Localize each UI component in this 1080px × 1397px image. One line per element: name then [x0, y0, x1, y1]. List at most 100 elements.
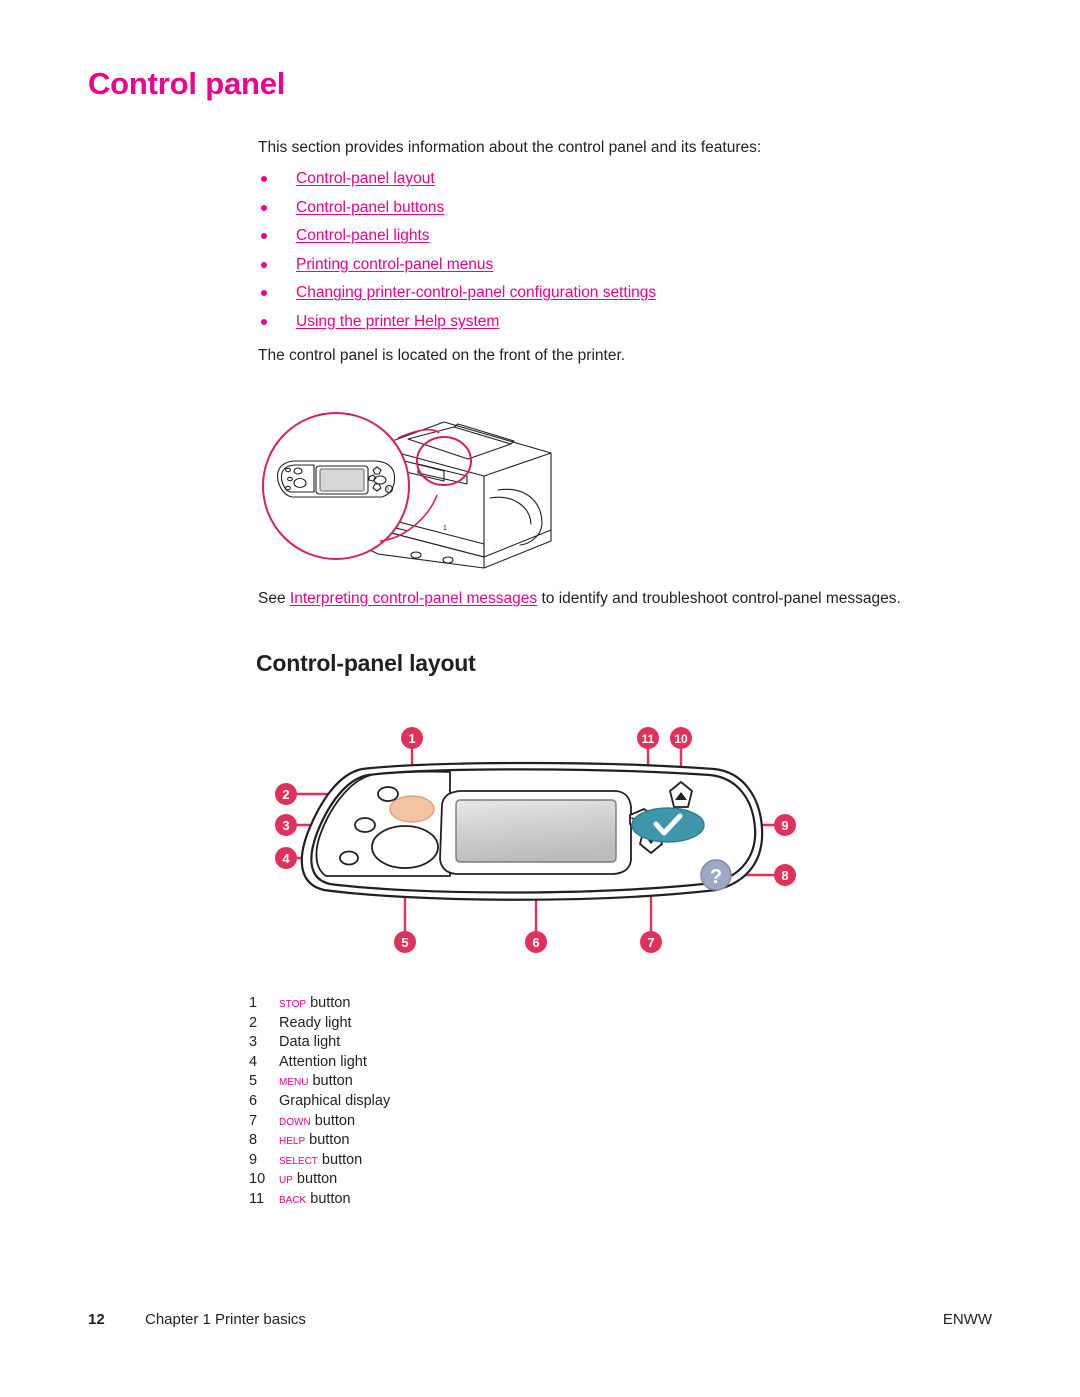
- svg-text:9: 9: [781, 818, 788, 833]
- list-item: Using the printer Help system: [258, 313, 980, 331]
- legend-label: Down button: [279, 1112, 355, 1132]
- see-suffix: to identify and troubleshoot control-pan…: [537, 590, 901, 607]
- legend-button-name: Down: [279, 1112, 311, 1129]
- list-item: Changing printer-control-panel configura…: [258, 284, 980, 302]
- legend-label: Attention light: [279, 1053, 367, 1070]
- link-changing-configuration-settings[interactable]: Changing printer-control-panel configura…: [296, 284, 656, 301]
- callout-6: 6: [525, 931, 547, 953]
- legend-row: 11 Back button: [249, 1190, 649, 1210]
- callout-9: 9: [774, 814, 796, 836]
- svg-text:11: 11: [642, 732, 655, 746]
- legend-label: Data light: [279, 1034, 341, 1051]
- callout-8: 8: [774, 864, 796, 886]
- legend-row: 7 Down button: [249, 1112, 649, 1132]
- legend-row: 10 Up button: [249, 1170, 649, 1190]
- section-heading-control-panel-layout: Control-panel layout: [256, 650, 476, 676]
- document-page: Control panel This section provides info…: [0, 0, 1080, 1397]
- legend-number: 3: [249, 1034, 258, 1051]
- callout-10: 10: [670, 727, 692, 749]
- callout-legend: 1 Stop button 2 Ready light 3 Data light…: [249, 994, 649, 1210]
- legend-label: Graphical display: [279, 1092, 391, 1109]
- footer-page-number: 12: [88, 1311, 105, 1328]
- legend-number: 5: [249, 1073, 258, 1090]
- help-button-graphic: ?: [700, 859, 732, 891]
- legend-row: 1 Stop button: [249, 994, 649, 1014]
- svg-text:6: 6: [532, 935, 539, 950]
- link-printing-control-panel-menus[interactable]: Printing control-panel menus: [296, 256, 493, 273]
- legend-suffix: button: [308, 1073, 353, 1090]
- legend-number: 6: [249, 1092, 258, 1109]
- legend-row: 2 Ready light: [249, 1014, 649, 1034]
- legend-button-name: Menu: [279, 1073, 309, 1090]
- legend-row: 6 Graphical display: [249, 1092, 649, 1112]
- svg-text:1: 1: [408, 731, 415, 746]
- link-control-panel-lights[interactable]: Control-panel lights: [296, 227, 430, 244]
- select-button-graphic: [631, 807, 705, 843]
- legend-button-name: Help: [279, 1132, 306, 1149]
- legend-number: 2: [249, 1014, 258, 1031]
- callout-5: 5: [394, 931, 416, 953]
- legend-row: 9 Select button: [249, 1151, 649, 1171]
- legend-number: 8: [249, 1132, 258, 1149]
- page-title: Control panel: [88, 66, 286, 101]
- control-panel-diagram: ? 1 2 3 4 5 6 7 8 9 10 11: [264, 712, 809, 960]
- bullet-icon: [261, 176, 267, 182]
- link-control-panel-layout[interactable]: Control-panel layout: [296, 170, 435, 187]
- link-interpreting-control-panel-messages[interactable]: Interpreting control-panel messages: [290, 590, 537, 607]
- legend-number: 9: [249, 1151, 258, 1168]
- legend-number: 1: [249, 995, 258, 1011]
- link-control-panel-buttons[interactable]: Control-panel buttons: [296, 199, 444, 216]
- legend-label: Stop button: [279, 994, 350, 1014]
- link-list: Control-panel layout Control-panel butto…: [258, 170, 980, 331]
- menu-button-graphic: [371, 825, 439, 869]
- bullet-icon: [261, 233, 267, 239]
- graphical-display-graphic: [439, 790, 632, 875]
- list-item: Control-panel layout: [258, 170, 980, 188]
- svg-text:2: 2: [282, 787, 289, 802]
- footer-locale-label: ENWW: [942, 1311, 992, 1328]
- body-column: This section provides information about …: [258, 137, 980, 366]
- callout-4: 4: [275, 847, 297, 869]
- legend-button-name: Stop: [279, 995, 307, 1011]
- ready-light-graphic: [377, 786, 399, 802]
- bullet-icon: [261, 261, 267, 268]
- list-item: Control-panel lights: [258, 227, 980, 245]
- location-note: The control panel is located on the fron…: [258, 346, 626, 364]
- callout-3: 3: [275, 814, 297, 836]
- bullet-icon: [261, 204, 267, 211]
- legend-row: 8 Help button: [249, 1131, 649, 1151]
- stop-button-graphic: [389, 795, 435, 823]
- help-question-mark: ?: [710, 866, 722, 888]
- link-using-printer-help-system[interactable]: Using the printer Help system: [296, 313, 499, 330]
- bullet-icon: [261, 290, 267, 296]
- legend-number: 4: [249, 1053, 258, 1070]
- legend-label: Help button: [279, 1131, 349, 1151]
- svg-text:4: 4: [282, 851, 290, 866]
- see-prefix: See: [258, 590, 290, 607]
- callout-7: 7: [640, 931, 662, 953]
- legend-number: 11: [249, 1190, 265, 1207]
- attention-light-graphic: [339, 850, 359, 866]
- svg-text:10: 10: [674, 732, 688, 746]
- list-item: Control-panel buttons: [258, 199, 980, 217]
- legend-label: Select button: [279, 1151, 362, 1171]
- legend-label: Menu button: [279, 1072, 353, 1092]
- svg-text:7: 7: [647, 935, 654, 950]
- svg-text:1: 1: [443, 525, 447, 532]
- callout-11: 11: [637, 727, 659, 749]
- legend-suffix: button: [306, 1190, 351, 1207]
- legend-row: 4 Attention light: [249, 1053, 649, 1073]
- see-reference-line: See Interpreting control-panel messages …: [258, 588, 1018, 609]
- legend-button-name: Back: [279, 1190, 307, 1207]
- legend-number: 7: [249, 1112, 258, 1129]
- svg-text:3: 3: [282, 818, 289, 833]
- svg-text:5: 5: [401, 935, 408, 950]
- printer-illustration: 1 ?: [258, 398, 598, 574]
- legend-row: 5 Menu button: [249, 1072, 649, 1092]
- legend-button-name: Select: [279, 1151, 318, 1168]
- legend-number: 10: [249, 1171, 266, 1188]
- legend-suffix: button: [310, 1112, 356, 1129]
- legend-suffix: button: [292, 1171, 338, 1188]
- callout-1: 1: [401, 727, 423, 749]
- data-light-graphic: [354, 817, 376, 833]
